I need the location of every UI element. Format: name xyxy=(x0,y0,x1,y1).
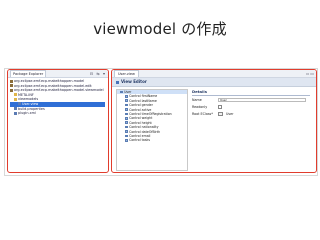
control-item-label: Control email xyxy=(129,133,151,138)
control-icon xyxy=(125,121,128,125)
details-name-row: Name User xyxy=(192,97,310,103)
view-root-label: User xyxy=(124,90,132,94)
details-readonly-row: Readonly xyxy=(192,104,310,110)
details-root-eclass-row: Root EClass* User xyxy=(192,111,310,117)
control-icon xyxy=(125,130,128,133)
name-label: Name xyxy=(192,98,202,102)
control-item-label: Control height xyxy=(129,120,152,125)
file-icon xyxy=(14,111,17,115)
tree-item-label: viewmodels xyxy=(18,97,39,102)
file-icon xyxy=(18,102,21,106)
control-item[interactable]: Control tasks xyxy=(117,138,187,142)
eclipse-screenshot: Package Explorer ⊟ ⇆ ▾ org.eclipse.emf.e… xyxy=(4,68,318,176)
project-icon xyxy=(10,88,13,92)
control-icon xyxy=(125,103,128,107)
package-explorer-toolbar-icons[interactable]: ⊟ ⇆ ▾ xyxy=(90,70,106,77)
project-icon xyxy=(10,84,13,88)
view-editor-title: View Editor xyxy=(121,79,147,84)
control-icon xyxy=(125,95,128,98)
view-icon xyxy=(120,90,123,94)
tree-item-label: org.eclipse.emf.ecp.makeithappen.model.e… xyxy=(14,83,92,88)
tree-item-label: META-INF xyxy=(18,92,34,97)
folder-icon xyxy=(14,93,17,97)
control-icon xyxy=(125,117,128,120)
tree-item-label: plugin.xml xyxy=(18,111,36,116)
readonly-label: Readonly xyxy=(192,105,208,109)
package-explorer-tree: org.eclipse.emf.ecp.makeithappen.model or… xyxy=(10,79,105,116)
control-item-label: Control firstName xyxy=(129,94,158,99)
details-section: Details Name User Readonly Root EClass* … xyxy=(192,89,310,117)
tree-item[interactable]: plugin.xml xyxy=(10,111,105,116)
view-editor-header: View Editor xyxy=(112,78,316,87)
control-icon xyxy=(125,108,128,111)
name-field[interactable]: User xyxy=(218,97,306,103)
editor-tabbar: User.view ▫ ▭ xyxy=(112,70,316,78)
control-icon xyxy=(125,99,128,103)
package-explorer-tab[interactable]: Package Explorer xyxy=(10,70,47,77)
control-icon xyxy=(125,134,128,138)
root-eclass-label: Root EClass* xyxy=(192,112,213,116)
package-explorer-tabbar: Package Explorer ⊟ ⇆ ▾ xyxy=(8,70,108,78)
tree-item-label: build.properties xyxy=(18,106,45,111)
control-item-label: Control lastName xyxy=(129,98,157,103)
readonly-checkbox[interactable] xyxy=(218,105,222,109)
editor-window-controls[interactable]: ▫ ▭ xyxy=(306,70,314,77)
control-item-label: Control active xyxy=(129,107,152,112)
tree-item-label: User.view xyxy=(22,101,39,106)
view-editor-icon xyxy=(116,80,119,84)
control-icon xyxy=(125,112,128,116)
control-item-label: Control nationality xyxy=(129,125,159,130)
view-model-tree: User Control firstName Control lastName Con… xyxy=(116,89,188,171)
tree-item-label: org.eclipse.emf.ecp.makeithappen.model xyxy=(14,79,85,83)
package-explorer-panel: Package Explorer ⊟ ⇆ ▾ org.eclipse.emf.e… xyxy=(7,69,109,173)
control-item-label: Control timeOfRegistration xyxy=(129,111,172,116)
control-icon xyxy=(125,125,128,129)
control-icon xyxy=(125,139,128,142)
control-item-label: Control weight xyxy=(129,116,153,121)
details-title: Details xyxy=(192,89,310,96)
root-eclass-value: User xyxy=(226,112,234,116)
view-editor-panel: User.view ▫ ▭ View Editor User Control fi… xyxy=(111,69,317,173)
slide-title: viewmodel の作成 xyxy=(93,20,227,38)
control-item-label: Control gender xyxy=(129,103,153,108)
root-eclass-browse-button[interactable] xyxy=(218,111,223,117)
folder-icon xyxy=(14,97,17,101)
control-item-label: Control dateOfBirth xyxy=(129,129,161,134)
file-icon xyxy=(14,107,17,111)
control-item-label: Control tasks xyxy=(129,138,150,143)
tree-item-label: org.eclipse.emf.ecp.makeithappen.model.v… xyxy=(14,88,104,93)
project-icon xyxy=(10,79,13,83)
editor-tab-user-view[interactable]: User.view xyxy=(114,70,139,77)
